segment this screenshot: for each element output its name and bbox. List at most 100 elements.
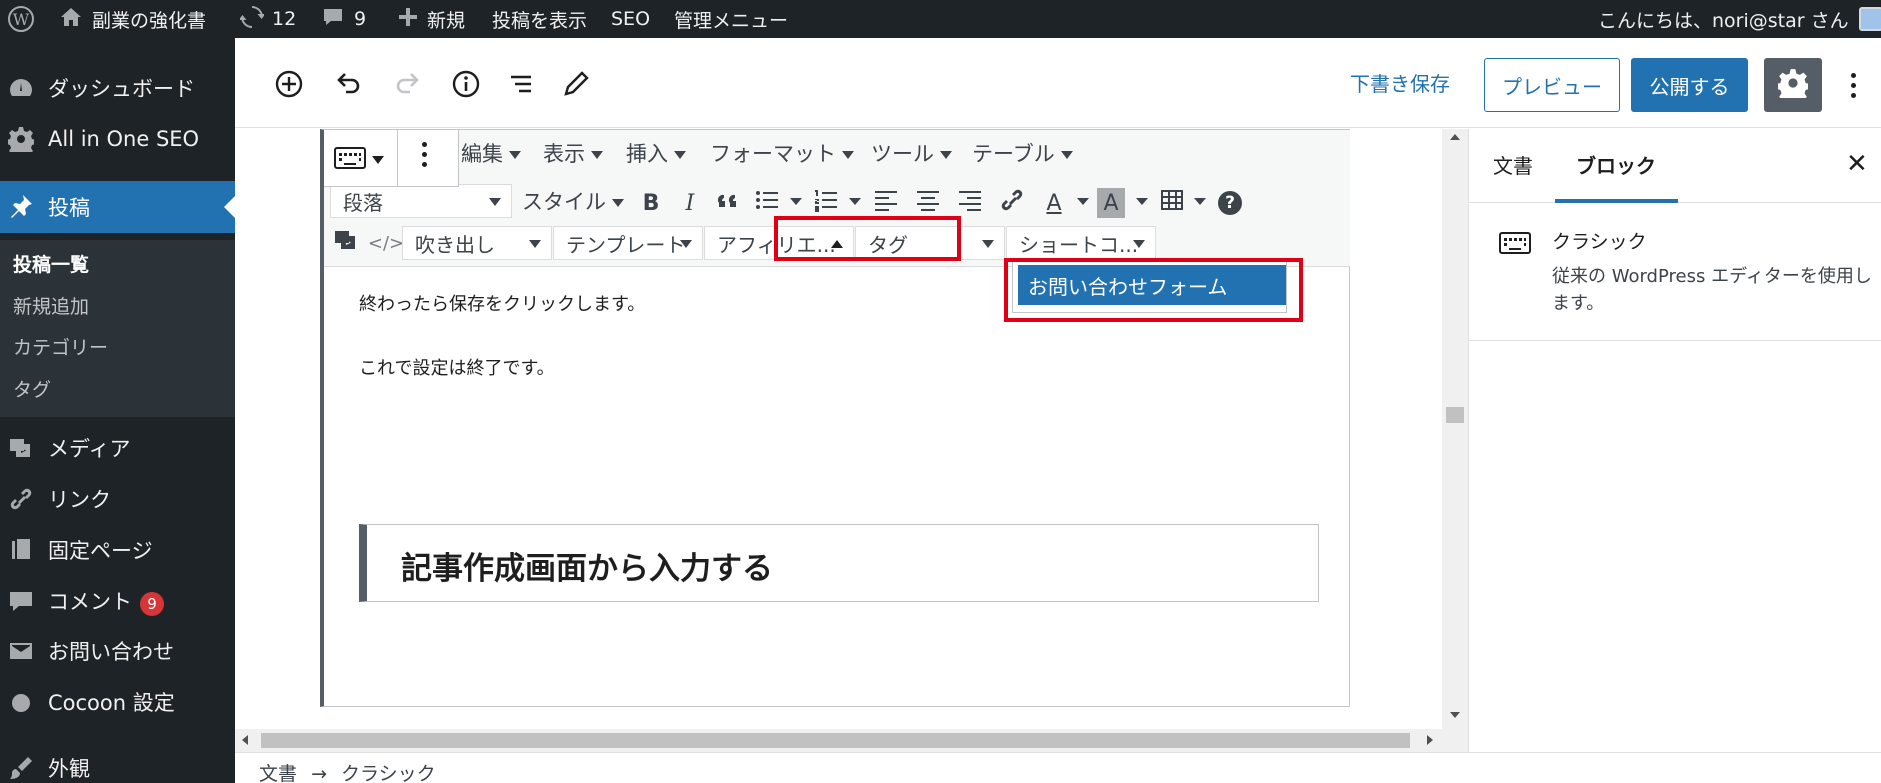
shortcode-select[interactable]: ショートコ... <box>1006 226 1156 260</box>
save-draft-button[interactable]: 下書き保存 <box>1350 68 1450 97</box>
submenu-item-all-posts[interactable]: 投稿一覧 <box>13 250 89 277</box>
sidebar-item-dashboard[interactable]: ダッシュボード <box>0 63 235 113</box>
menu-tools[interactable]: ツール <box>871 138 952 168</box>
menu-format[interactable]: フォーマット <box>710 138 854 168</box>
menu-view[interactable]: 表示 <box>543 138 603 168</box>
heading-box[interactable]: 記事作成画面から入力する <box>359 524 1319 602</box>
sidebar-item-appearance[interactable]: 外観 <box>0 743 235 783</box>
italic-button[interactable]: I <box>674 188 706 218</box>
keyboard-icon <box>1499 231 1531 259</box>
align-right-button[interactable] <box>954 188 986 218</box>
template-select[interactable]: テンプレート <box>553 226 703 260</box>
vertical-scroll-thumb[interactable] <box>1446 407 1464 423</box>
content-paragraph[interactable]: 終わったら保存をクリックします。 <box>359 290 645 316</box>
tab-document[interactable]: 文書 <box>1493 150 1533 179</box>
horizontal-scroll-thumb[interactable] <box>261 733 1410 748</box>
new-content-link[interactable]: 新規 <box>397 0 465 38</box>
sidebar-item-links[interactable]: リンク <box>0 474 235 524</box>
publish-button[interactable]: 公開する <box>1631 58 1748 112</box>
numbered-list-caret[interactable] <box>849 198 861 205</box>
bullet-list-caret[interactable] <box>790 198 802 205</box>
menu-insert[interactable]: 挿入 <box>626 138 686 168</box>
menu-table[interactable]: テーブル <box>972 138 1073 168</box>
sidebar-item-contact[interactable]: お問い合わせ <box>0 626 235 676</box>
content-paragraph[interactable]: これで設定は終了です。 <box>359 354 555 380</box>
style-menu[interactable]: スタイル <box>522 186 624 216</box>
align-left-button[interactable] <box>870 188 902 218</box>
scroll-left-icon[interactable] <box>242 735 248 745</box>
sidebar-item-label: Cocoon 設定 <box>48 691 175 715</box>
pencil-icon[interactable] <box>560 68 592 100</box>
current-menu-arrow <box>224 196 235 218</box>
balloon-select[interactable]: 吹き出し <box>402 226 552 260</box>
sidebar-item-media[interactable]: メディア <box>0 423 235 473</box>
pages-icon <box>8 537 34 563</box>
comment-icon <box>8 588 34 614</box>
code-button[interactable]: </> <box>368 228 404 258</box>
add-block-icon[interactable] <box>273 68 305 100</box>
sidebar-item-posts[interactable]: 投稿 <box>0 181 235 233</box>
block-toolbar <box>324 130 459 187</box>
help-button[interactable]: ? <box>1214 188 1246 218</box>
sidebar-item-comments[interactable]: コメント 9 <box>0 576 235 626</box>
breadcrumb: 文書 → クラシック <box>259 759 436 783</box>
preview-button[interactable]: プレビュー <box>1484 58 1620 112</box>
sidebar-item-cocoon-settings[interactable]: Cocoon 設定 <box>0 677 235 727</box>
horizontal-scrollbar[interactable] <box>235 729 1442 752</box>
scroll-up-icon[interactable] <box>1450 134 1460 140</box>
admin-menu-link[interactable]: 管理メニュー <box>674 0 788 38</box>
menu-edit[interactable]: 編集 <box>461 138 521 168</box>
align-center-button[interactable] <box>912 188 944 218</box>
undo-icon[interactable] <box>332 68 364 100</box>
background-color-button[interactable]: A <box>1097 188 1125 218</box>
dot-icon <box>422 142 427 147</box>
numbered-list-button[interactable] <box>810 188 842 218</box>
wordpress-logo-icon[interactable]: W <box>8 0 34 38</box>
block-type-switcher[interactable] <box>334 146 384 174</box>
help-icon: ? <box>1218 191 1242 215</box>
menu-bar: 編集 表示 挿入 フォーマット ツール テーブル <box>324 130 1350 170</box>
account-link[interactable]: こんにちは、nori@star さん <box>1598 0 1881 38</box>
comment-count-badge: 9 <box>140 592 164 616</box>
scroll-down-icon[interactable] <box>1450 712 1460 718</box>
insert-link-button[interactable] <box>996 188 1028 218</box>
blockquote-button[interactable] <box>713 188 745 218</box>
updates-link[interactable]: 12 <box>238 0 296 38</box>
settings-button[interactable] <box>1764 58 1822 112</box>
background-color-caret[interactable] <box>1136 198 1148 205</box>
sidebar-item-label: リンク <box>48 488 111 512</box>
outline-icon[interactable] <box>506 68 538 100</box>
table-caret[interactable] <box>1194 198 1206 205</box>
paragraph-select[interactable]: 段落 <box>330 184 512 218</box>
comments-link[interactable]: 9 <box>322 0 366 38</box>
avatar <box>1858 7 1881 31</box>
submenu-item-add-new[interactable]: 新規追加 <box>13 292 89 319</box>
submenu-item-categories[interactable]: カテゴリー <box>13 333 108 360</box>
redo-icon[interactable] <box>392 68 424 100</box>
pin-icon <box>8 193 34 219</box>
view-post-link[interactable]: 投稿を表示 <box>492 0 587 38</box>
site-name-link[interactable]: 副業の強化書 <box>60 0 206 38</box>
more-options-button[interactable] <box>1839 60 1867 110</box>
breadcrumb-current[interactable]: クラシック <box>341 763 436 783</box>
gear-icon <box>6 126 36 157</box>
table-button[interactable] <box>1156 188 1188 218</box>
align-right-icon <box>957 187 983 219</box>
vertical-scrollbar[interactable] <box>1442 129 1468 752</box>
bold-button[interactable]: B <box>635 188 667 218</box>
sidebar-item-all-in-one-seo[interactable]: All in One SEO <box>0 114 235 164</box>
text-color-caret[interactable] <box>1077 198 1089 205</box>
sidebar-item-pages[interactable]: 固定ページ <box>0 525 235 575</box>
seo-menu-link[interactable]: SEO <box>611 0 650 38</box>
media-insert-button[interactable] <box>330 228 362 258</box>
text-color-button[interactable]: A <box>1038 188 1070 218</box>
close-icon[interactable]: ✕ <box>1846 149 1868 179</box>
bullet-list-button[interactable] <box>751 188 783 218</box>
tab-block[interactable]: ブロック <box>1576 150 1656 179</box>
block-options-button[interactable] <box>422 142 427 167</box>
submenu-item-tags[interactable]: タグ <box>13 375 51 402</box>
sidebar-item-label: All in One SEO <box>48 127 200 151</box>
breadcrumb-root[interactable]: 文書 <box>259 763 297 783</box>
info-icon[interactable] <box>450 68 482 100</box>
scroll-right-icon[interactable] <box>1427 735 1433 745</box>
